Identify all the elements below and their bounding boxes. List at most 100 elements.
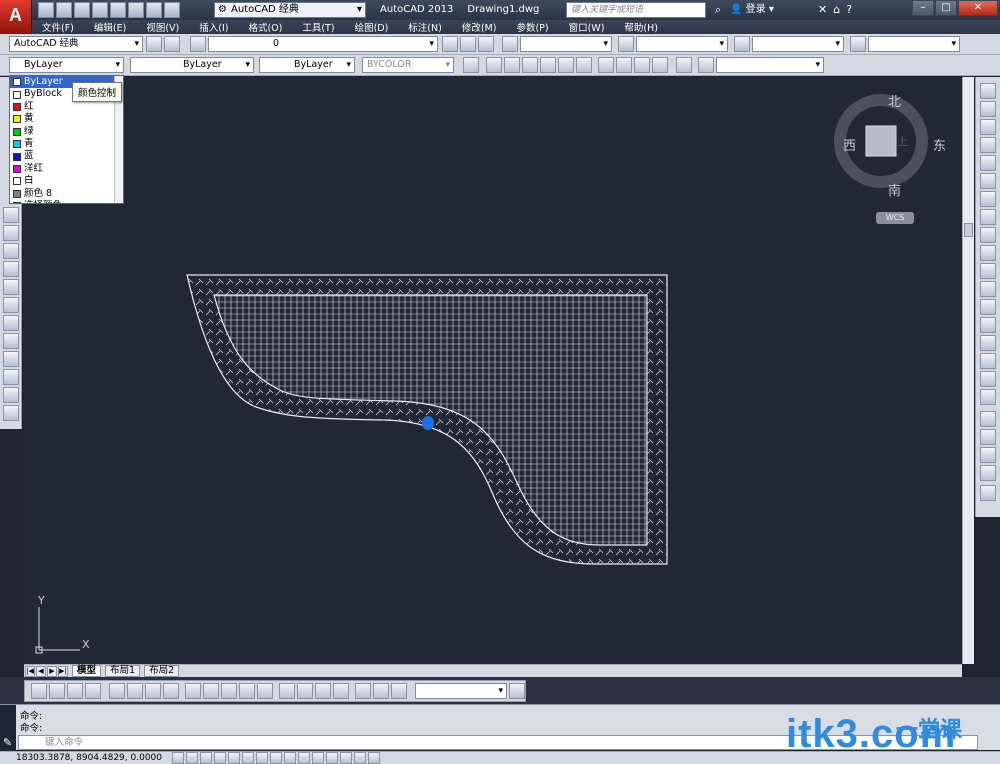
object-snap-icon[interactable] — [242, 752, 254, 764]
extend-icon[interactable] — [980, 263, 996, 279]
text-style-icon[interactable] — [502, 36, 518, 52]
help-icon[interactable]: ? — [846, 2, 852, 18]
print-icon[interactable] — [128, 2, 144, 18]
workspace-combo[interactable]: AutoCAD 经典 — [9, 36, 143, 52]
color-option[interactable]: 颜色 8 — [10, 188, 123, 200]
viewcube-south[interactable]: 南 — [888, 180, 901, 199]
array-icon[interactable] — [980, 155, 996, 171]
make-current-layer-icon[interactable] — [442, 36, 458, 52]
color-option[interactable]: 选择颜色... — [10, 200, 123, 203]
menu-item[interactable]: 文件(F) — [42, 20, 74, 34]
infer-constraints-icon[interactable] — [172, 752, 184, 764]
layout-tab[interactable]: 布局2 — [144, 665, 180, 677]
table-style-icon[interactable] — [734, 36, 750, 52]
fillet-icon[interactable] — [980, 353, 996, 369]
color-option[interactable]: 洋红 — [10, 163, 123, 175]
dynamic-input-icon[interactable] — [298, 752, 310, 764]
color-option[interactable]: 绿 — [10, 126, 123, 138]
rotate-icon[interactable] — [980, 191, 996, 207]
camera-icon[interactable] — [676, 57, 692, 73]
grid-display-icon[interactable] — [200, 752, 212, 764]
insert-block-icon[interactable] — [3, 297, 19, 313]
layout-tab[interactable]: 布局1 — [105, 665, 141, 677]
nw-iso-icon[interactable] — [652, 57, 668, 73]
trim-icon[interactable] — [980, 245, 996, 261]
linear-dim-icon[interactable] — [31, 683, 47, 699]
color-option[interactable]: 黄 — [10, 113, 123, 125]
dim-edit-icon[interactable] — [355, 683, 371, 699]
aligned-dim-icon[interactable] — [49, 683, 65, 699]
point-icon[interactable] — [3, 333, 19, 349]
spline-icon[interactable] — [3, 243, 19, 259]
layer-previous-icon[interactable] — [460, 36, 476, 52]
menu-item[interactable]: 帮助(H) — [624, 20, 658, 34]
dim-style-icon[interactable] — [618, 36, 634, 52]
linetype-combo[interactable]: ByLayer — [130, 57, 254, 73]
jogged-icon[interactable] — [127, 683, 143, 699]
search-input[interactable]: 键入关键字或短语 — [566, 2, 706, 18]
jogged-linear-icon[interactable] — [333, 683, 349, 699]
coordinate-readout[interactable]: 18303.3878, 8904.4829, 0.0000 — [16, 752, 162, 764]
draworder-back-icon[interactable] — [980, 429, 996, 445]
layer-properties-icon[interactable] — [190, 36, 206, 52]
viewcube-west[interactable]: 西 — [843, 135, 856, 154]
sw-iso-icon[interactable] — [598, 57, 614, 73]
ordinate-icon[interactable] — [85, 683, 101, 699]
menu-item[interactable]: 绘图(D) — [355, 20, 389, 34]
blend-curves-icon[interactable] — [980, 371, 996, 387]
mirror-icon[interactable] — [980, 119, 996, 135]
dimension-style-icon[interactable] — [509, 683, 525, 699]
save-icon[interactable] — [74, 2, 90, 18]
lineweight-icon[interactable] — [312, 752, 324, 764]
multileader-style-icon[interactable] — [850, 36, 866, 52]
baseline-icon[interactable] — [203, 683, 219, 699]
plot-style-combo[interactable]: BYCOLOR — [362, 57, 454, 73]
quick-dim-icon[interactable] — [185, 683, 201, 699]
inspect-icon[interactable] — [315, 683, 331, 699]
break-at-point-icon[interactable] — [980, 281, 996, 297]
view-icon[interactable] — [463, 57, 479, 73]
copy-icon[interactable] — [980, 101, 996, 117]
menu-item[interactable]: 编辑(E) — [94, 20, 126, 34]
snap-mode-icon[interactable] — [186, 752, 198, 764]
dim-update-icon[interactable] — [391, 683, 407, 699]
table-style-combo[interactable] — [752, 36, 844, 52]
new-icon[interactable] — [38, 2, 54, 18]
table-icon[interactable] — [3, 387, 19, 403]
layer-icon[interactable] — [164, 36, 180, 52]
first-tab-icon[interactable]: |◀ — [25, 665, 35, 677]
erase-icon[interactable] — [980, 83, 996, 99]
tolerance-icon[interactable] — [279, 683, 295, 699]
color-option[interactable]: 红 — [10, 101, 123, 113]
menu-item[interactable]: 修改(M) — [462, 20, 497, 34]
right-view-icon[interactable] — [540, 57, 556, 73]
menu-item[interactable]: 工具(T) — [302, 20, 334, 34]
back-view-icon[interactable] — [576, 57, 592, 73]
dim-style-combo[interactable] — [636, 36, 728, 52]
viewcube-top-face[interactable]: 上 — [897, 133, 908, 149]
wrench-icon[interactable]: ✎ — [3, 736, 12, 749]
otrack-icon[interactable] — [270, 752, 282, 764]
break-icon[interactable] — [980, 299, 996, 315]
lineweight-combo[interactable]: ByLayer — [259, 57, 355, 73]
autocad-logo[interactable]: A — [0, 0, 32, 34]
left-view-icon[interactable] — [522, 57, 538, 73]
color-option[interactable]: 蓝 — [10, 150, 123, 162]
login-button[interactable]: 👤 登录 ▾ — [730, 2, 774, 18]
ortho-mode-icon[interactable] — [214, 752, 226, 764]
exchange-icon[interactable]: ✕ — [818, 2, 827, 18]
dim-text-edit-icon[interactable] — [373, 683, 389, 699]
maximize-button[interactable]: □ — [935, 0, 957, 16]
next-tab-icon[interactable]: ▶ — [47, 665, 57, 677]
dynamic-ucs-icon[interactable] — [284, 752, 296, 764]
wcs-badge[interactable]: WCS — [876, 212, 914, 224]
minimize-button[interactable]: – — [912, 0, 934, 16]
menu-item[interactable]: 插入(I) — [199, 20, 228, 34]
polar-tracking-icon[interactable] — [228, 752, 240, 764]
arc-length-icon[interactable] — [67, 683, 83, 699]
zoom-icon[interactable] — [698, 57, 714, 73]
quick-properties-icon[interactable] — [340, 752, 352, 764]
workspace-selector[interactable]: AutoCAD 经典 — [214, 2, 366, 18]
grip-point[interactable] — [422, 416, 434, 430]
drawing-canvas[interactable]: 北 南 东 西 上 Y X — [24, 77, 962, 664]
